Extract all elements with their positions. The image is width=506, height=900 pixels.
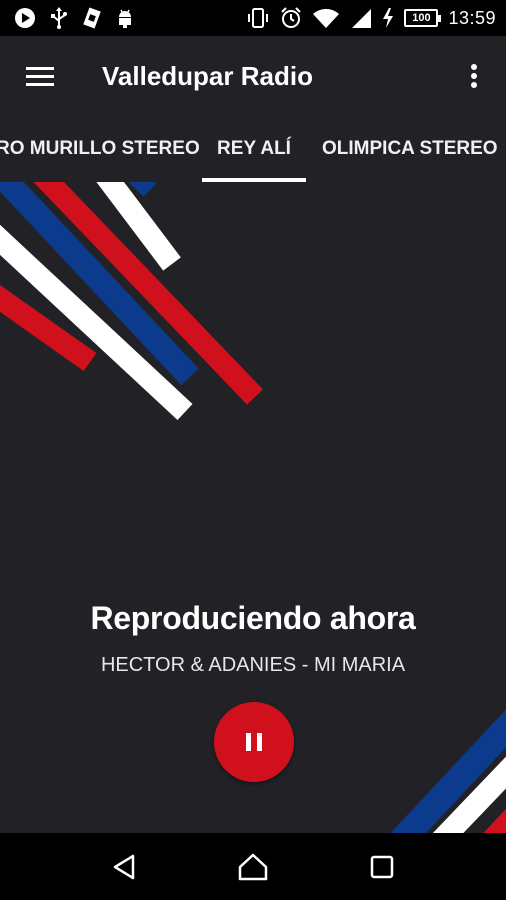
- charging-icon: [382, 7, 394, 29]
- menu-button[interactable]: [0, 36, 80, 116]
- overflow-menu-button[interactable]: [442, 36, 506, 116]
- home-icon: [238, 853, 268, 880]
- tab-ro-murillo-stereo[interactable]: RO MURILLO STEREO: [0, 116, 200, 182]
- hamburger-menu-icon: [26, 67, 54, 86]
- recents-icon: [370, 855, 393, 878]
- play-notification-icon: [14, 7, 36, 29]
- home-button[interactable]: [218, 833, 288, 900]
- battery-level: 100: [412, 12, 431, 24]
- player-area: Reproduciendo ahora HECTOR & ADANIES - M…: [0, 182, 506, 833]
- signal-icon: [350, 7, 372, 29]
- alarm-icon: [280, 7, 302, 29]
- wifi-icon: [312, 7, 340, 29]
- station-tabs: RO MURILLO STEREO REY ALÍ OLIMPICA STERE…: [0, 116, 506, 182]
- back-button[interactable]: [89, 833, 159, 900]
- pause-icon: [246, 733, 262, 751]
- more-vertical-icon: [471, 64, 477, 88]
- track-title: HECTOR & ADANIES - MI MARIA: [100, 654, 406, 676]
- tab-rey-ali[interactable]: REY ALÍ: [202, 116, 306, 182]
- recents-button[interactable]: [347, 833, 417, 900]
- app-title: Valledupar Radio: [102, 60, 313, 91]
- status-clock: 13:59: [448, 7, 496, 28]
- pause-button[interactable]: [214, 702, 294, 782]
- system-nav-bar: [0, 833, 506, 900]
- now-playing-heading: Reproduciendo ahora: [90, 600, 416, 636]
- app-bar: Valledupar Radio: [0, 36, 506, 116]
- tab-olimpica-stereo[interactable]: OLIMPICA STEREO: [322, 116, 498, 182]
- usb-icon: [50, 7, 68, 29]
- back-icon: [114, 854, 135, 879]
- status-bar: 100 13:59: [0, 0, 506, 36]
- battery-icon: 100: [404, 9, 442, 27]
- android-debug-icon: [116, 7, 134, 29]
- vibrate-icon: [246, 7, 270, 29]
- sim-card-icon: [82, 7, 102, 29]
